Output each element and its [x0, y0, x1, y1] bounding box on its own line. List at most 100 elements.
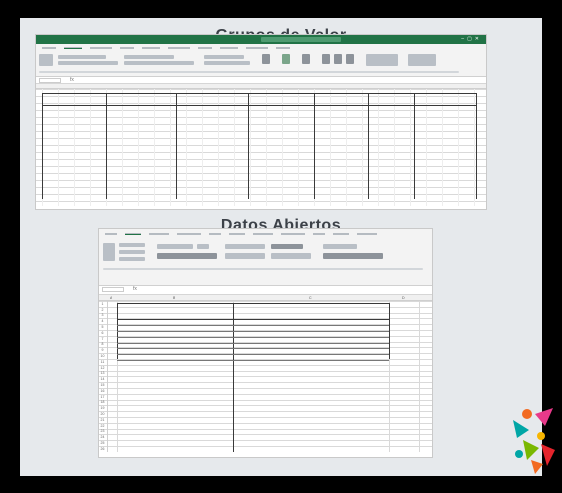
ribbon-tab[interactable]	[120, 46, 134, 49]
row-number[interactable]: 20	[99, 412, 106, 416]
grid-row-line	[36, 173, 486, 174]
row-number[interactable]: 1	[99, 302, 106, 306]
format-painter[interactable]	[119, 250, 145, 254]
clipboard-group-icon[interactable]	[39, 54, 53, 66]
row-number[interactable]: 8	[99, 342, 106, 346]
ribbon-tab[interactable]	[333, 232, 349, 235]
format-table-icon[interactable]	[282, 54, 290, 64]
cut-copy-buttons[interactable]	[119, 243, 145, 247]
ribbon-tab[interactable]	[220, 46, 238, 49]
formula-bar[interactable]: fx	[99, 286, 432, 295]
column-header-c[interactable]: C	[309, 296, 312, 300]
ribbon-tab[interactable]	[64, 46, 82, 49]
sheet-grid[interactable]: 1 2 3 4 5 6 7 8 9 10 11 12 13 14 15 16 17 18 19 20 21 22 23 24 2…	[99, 301, 432, 452]
ribbon-tab[interactable]	[246, 46, 268, 49]
ribbon-tab[interactable]	[276, 46, 290, 49]
number-buttons[interactable]	[204, 61, 250, 65]
row-number[interactable]: 3	[99, 313, 106, 317]
ribbon-toolbar	[99, 238, 432, 286]
row-number[interactable]: 2	[99, 308, 106, 312]
paste-icon[interactable]	[103, 243, 115, 261]
row-number[interactable]: 4	[99, 319, 106, 323]
row-number[interactable]: 18	[99, 400, 106, 404]
row-number[interactable]: 7	[99, 337, 106, 341]
delete-icon[interactable]	[334, 54, 342, 64]
row-number[interactable]: 12	[99, 366, 106, 370]
row-number[interactable]: 15	[99, 383, 106, 387]
sheet-grid[interactable]	[36, 89, 486, 206]
ribbon-tab[interactable]	[125, 232, 141, 235]
column-header-b[interactable]: B	[173, 296, 175, 300]
ribbon-tab[interactable]	[209, 232, 221, 235]
row-number[interactable]: 13	[99, 371, 106, 375]
alignment-buttons[interactable]	[124, 55, 174, 59]
row-number[interactable]: 19	[99, 406, 106, 410]
people-logo-icon	[513, 408, 555, 474]
ribbon-tab[interactable]	[177, 232, 201, 235]
font-name-box[interactable]	[157, 244, 193, 249]
column-header-d[interactable]: D	[402, 296, 405, 300]
insert-icon[interactable]	[322, 54, 330, 64]
align-buttons-2[interactable]	[225, 253, 265, 259]
row-number[interactable]: 11	[99, 360, 106, 364]
column-header-a[interactable]: A	[110, 296, 112, 300]
grid-col-line	[394, 89, 395, 206]
ribbon-tab[interactable]	[105, 232, 117, 235]
row-number[interactable]: 17	[99, 395, 106, 399]
grid-row-line	[99, 301, 432, 302]
alignment-buttons-2[interactable]	[124, 61, 194, 65]
ribbon-tab[interactable]	[90, 46, 112, 49]
ribbon-tab[interactable]	[313, 232, 325, 235]
ribbon-tab[interactable]	[198, 46, 212, 49]
grid-row-line	[36, 131, 486, 132]
clipboard-extra[interactable]	[119, 257, 145, 261]
number-buttons[interactable]	[323, 253, 383, 259]
conditional-format-icon[interactable]	[262, 54, 270, 64]
search-box[interactable]	[261, 37, 341, 42]
bold-italic-buttons[interactable]	[157, 253, 217, 259]
ribbon-tab[interactable]	[168, 46, 190, 49]
align-buttons[interactable]	[225, 244, 265, 249]
name-box[interactable]	[102, 287, 124, 292]
grid-col-line	[170, 89, 171, 206]
font-style-buttons[interactable]	[58, 61, 118, 65]
grid-row-line	[99, 312, 432, 314]
excel-window-grupos[interactable]: –▢✕ fx	[35, 34, 487, 210]
grid-col-line	[474, 89, 475, 206]
row-number[interactable]: 5	[99, 325, 106, 329]
row-number[interactable]: 9	[99, 348, 106, 352]
row-number[interactable]: 21	[99, 418, 106, 422]
format-icon[interactable]	[346, 54, 354, 64]
name-box[interactable]	[39, 78, 61, 83]
ribbon-tab[interactable]	[149, 232, 169, 235]
row-number[interactable]: 26	[99, 447, 106, 451]
merge-center-button[interactable]	[271, 253, 311, 259]
row-number[interactable]: 6	[99, 331, 106, 335]
font-size-box[interactable]	[197, 244, 209, 249]
window-controls[interactable]: –▢✕	[461, 36, 482, 42]
row-number[interactable]: 24	[99, 435, 106, 439]
row-number[interactable]: 14	[99, 377, 106, 381]
table-col-border	[414, 93, 415, 199]
number-format-box[interactable]	[204, 55, 244, 59]
row-number[interactable]: 23	[99, 429, 106, 433]
ribbon-tab[interactable]	[357, 232, 377, 235]
editing-group[interactable]	[366, 54, 398, 66]
row-number[interactable]: 22	[99, 424, 106, 428]
ribbon-tab[interactable]	[142, 46, 160, 49]
excel-window-datos[interactable]: fx ABCD 1 2 3 4 5 6 7 8 9 10 11 12 13 14 15 16 17 18 19 20 2…	[98, 228, 433, 458]
ribbon-tab[interactable]	[229, 232, 245, 235]
sensitivity-group[interactable]	[408, 54, 436, 66]
ribbon-tab[interactable]	[281, 232, 305, 235]
cell-styles-icon[interactable]	[302, 54, 310, 64]
row-number[interactable]: 25	[99, 441, 106, 445]
number-format-box[interactable]	[323, 244, 357, 249]
table-col-border	[42, 93, 43, 199]
row-number[interactable]: 10	[99, 354, 106, 358]
font-box[interactable]	[58, 55, 106, 59]
ribbon-tab[interactable]	[42, 46, 56, 49]
row-number[interactable]: 16	[99, 389, 106, 393]
formula-bar[interactable]: fx	[36, 77, 486, 84]
wrap-text-button[interactable]	[271, 244, 303, 249]
ribbon-tab[interactable]	[253, 232, 273, 235]
